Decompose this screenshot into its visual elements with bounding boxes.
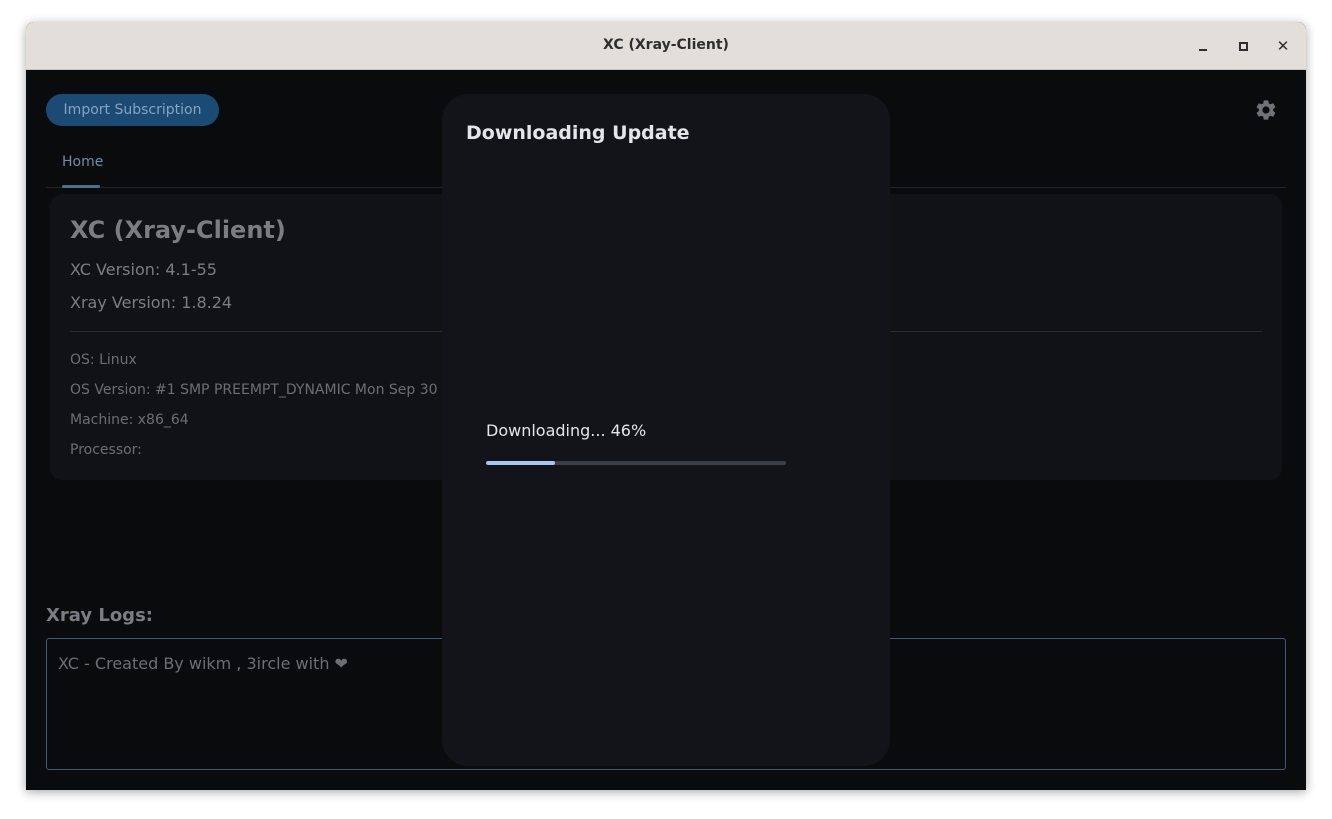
title-bar[interactable]: XC (Xray-Client) ✕ xyxy=(26,22,1306,70)
gear-icon xyxy=(1256,100,1276,120)
download-progress-bar xyxy=(486,461,786,465)
main-content: Import Subscription Home XC (Xray-Client… xyxy=(26,70,1306,790)
minimize-button[interactable] xyxy=(1191,34,1215,58)
app-name: XC (Xray-Client) xyxy=(70,216,286,244)
download-update-dialog: Downloading Update Downloading... 46% xyxy=(442,94,890,766)
os-label: OS: Linux xyxy=(70,352,137,368)
window-title: XC (Xray-Client) xyxy=(603,37,729,53)
logs-title: Xray Logs: xyxy=(46,605,153,626)
settings-button[interactable] xyxy=(1254,98,1278,122)
tab-home[interactable]: Home xyxy=(62,154,103,170)
logs-text: XC - Created By wikm , 3ircle with ❤ xyxy=(58,654,348,673)
machine-label: Machine: x86_64 xyxy=(70,412,189,428)
minimize-icon xyxy=(1199,49,1207,51)
download-progress-fill xyxy=(486,461,555,465)
app-window: XC (Xray-Client) ✕ Import Subscription H… xyxy=(26,22,1306,790)
dialog-title: Downloading Update xyxy=(466,122,690,144)
xray-version: Xray Version: 1.8.24 xyxy=(70,293,233,312)
close-icon: ✕ xyxy=(1276,37,1290,55)
close-button[interactable]: ✕ xyxy=(1271,34,1295,58)
tab-active-indicator xyxy=(62,185,100,188)
processor-label: Processor: xyxy=(70,442,142,458)
import-subscription-button[interactable]: Import Subscription xyxy=(46,94,219,126)
download-status-text: Downloading... 46% xyxy=(486,421,647,440)
maximize-button[interactable] xyxy=(1231,34,1255,58)
maximize-icon xyxy=(1238,41,1248,51)
os-version-label: OS Version: #1 SMP PREEMPT_DYNAMIC Mon S… xyxy=(70,382,474,398)
xc-version: XC Version: 4.1-55 xyxy=(70,260,217,279)
